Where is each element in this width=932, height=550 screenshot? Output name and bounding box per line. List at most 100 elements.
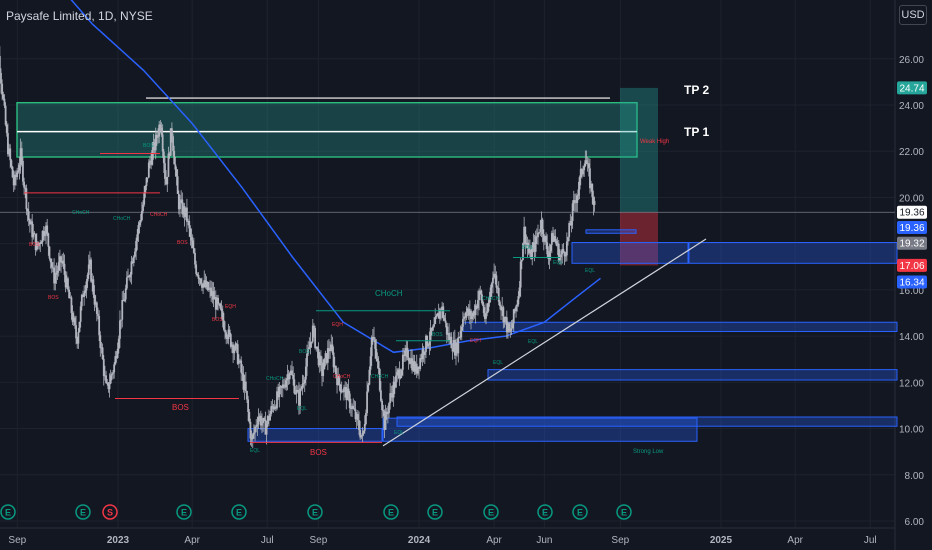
candle-body <box>123 299 126 302</box>
candle-body <box>360 435 363 438</box>
candle-body <box>113 364 116 373</box>
structure-label: CHoCH <box>150 212 168 218</box>
candle-body <box>140 211 143 221</box>
price-tag-label: 19.36 <box>899 223 924 234</box>
candle-body <box>444 320 447 323</box>
candle-body <box>396 371 398 376</box>
candle-body <box>363 424 366 431</box>
structure-label: BOS <box>177 240 188 246</box>
candle-body <box>254 426 256 433</box>
candle-body <box>124 288 127 300</box>
candle-body <box>101 347 104 359</box>
y-tick-label: 12.00 <box>899 378 924 389</box>
bos-label: BOS <box>172 403 189 412</box>
candle-body <box>225 332 228 338</box>
structure-label: BOS <box>432 332 443 338</box>
candle-body <box>57 262 60 271</box>
candle-body <box>136 234 139 241</box>
candle-body <box>401 354 404 370</box>
candle-body <box>233 349 236 354</box>
structure-label: EQH <box>470 338 481 344</box>
candle-body <box>347 388 350 394</box>
candle-body <box>97 313 99 316</box>
candle-body <box>389 393 392 404</box>
candle-body <box>62 260 65 264</box>
candle-body <box>462 319 464 327</box>
candle-body <box>314 328 317 349</box>
candle-body <box>147 162 150 178</box>
event-label: E <box>236 508 242 518</box>
candle-body <box>256 424 259 427</box>
candle-body <box>67 278 69 290</box>
event-label: E <box>488 508 494 518</box>
candle-body <box>130 261 133 275</box>
y-tick-label: 24.00 <box>899 101 924 112</box>
candle-body <box>329 349 332 352</box>
candle-body <box>516 304 519 307</box>
candle-body <box>334 366 337 375</box>
bos-label: BOS <box>310 448 327 457</box>
candle-body <box>119 320 121 339</box>
candle-body <box>366 391 368 414</box>
price-tag-label: 19.36 <box>899 208 924 219</box>
candle-body <box>33 232 36 235</box>
candle-body <box>310 341 313 343</box>
event-label: E <box>312 508 318 518</box>
candle-body <box>296 389 299 392</box>
candle-body <box>549 244 552 252</box>
candle-body <box>376 358 379 362</box>
structure-label: BOS <box>143 143 154 149</box>
candle-body <box>509 330 512 332</box>
candle-body <box>406 347 409 358</box>
candle-body <box>40 242 43 244</box>
y-tick-label: 26.00 <box>899 55 924 66</box>
candle-body <box>241 372 244 374</box>
candle-body <box>541 219 544 235</box>
x-tick-label: Jun <box>536 535 552 546</box>
candle-body <box>332 352 335 368</box>
candle-body <box>17 170 20 173</box>
price-tag-label: 16.34 <box>899 278 924 289</box>
candle-body <box>144 186 147 194</box>
candle-body <box>546 242 549 255</box>
candle-body <box>269 413 271 421</box>
candle-body <box>288 373 291 380</box>
candle-body <box>545 235 547 243</box>
candle-body <box>508 323 511 332</box>
price-chart[interactable]: 6.008.0010.0012.0014.0016.0018.0020.0022… <box>0 0 932 550</box>
candle-body <box>86 274 89 282</box>
candle-body <box>176 176 179 194</box>
candle-body <box>143 193 146 205</box>
candle-body <box>427 345 430 347</box>
candle-body <box>375 348 378 359</box>
candle-body <box>116 348 119 358</box>
candle-body <box>56 270 59 273</box>
candle-body <box>565 241 568 256</box>
price-tag-label: 24.74 <box>899 83 924 94</box>
candle-body <box>18 164 21 171</box>
tp2-label: TP 2 <box>684 83 709 97</box>
price-tag-label: 19.32 <box>899 239 924 250</box>
candle-body <box>577 189 580 196</box>
structure-label: CHoCH <box>482 296 500 302</box>
candle-body <box>457 337 460 354</box>
candle-body <box>520 259 523 262</box>
candle-body <box>25 188 28 210</box>
candle-body <box>593 200 596 206</box>
candle-body <box>77 332 80 344</box>
candle-body <box>79 306 82 322</box>
candle-body <box>26 209 29 212</box>
candle-body <box>192 248 195 253</box>
currency-button[interactable]: USD <box>899 5 927 25</box>
candle-body <box>188 220 191 229</box>
candle-body <box>109 375 112 384</box>
candle-body <box>55 272 58 275</box>
candle-body <box>110 373 113 376</box>
candle-body <box>4 105 7 125</box>
candle-body <box>380 390 382 401</box>
candle-body <box>120 319 122 321</box>
candle-body <box>70 297 73 313</box>
candle-body <box>442 306 445 319</box>
candle-body <box>220 308 223 312</box>
y-tick-label: 6.00 <box>905 517 925 528</box>
